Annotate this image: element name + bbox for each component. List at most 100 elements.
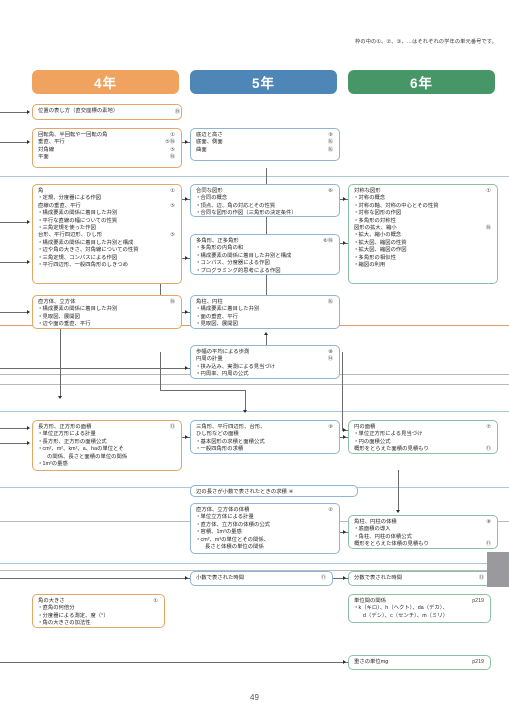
box-g5-circumference[interactable]: 歩幅の平均による歩測⑩ 円周の計量⑭ 挟み込み、実測による見当づけ 円周率、円周…	[190, 345, 340, 379]
arrow-icon	[264, 332, 268, 335]
box-g6-symmetry[interactable]: 対称な図形① 対称の概念 対称の軸、対称の中心とその性質 対称な図形の作図 多角…	[348, 184, 498, 284]
arrow-icon	[185, 435, 188, 439]
box-line: 曲面 ⑯	[196, 146, 333, 153]
box-line: 拡大、縮小の概念	[354, 232, 492, 240]
arrow-icon	[343, 576, 346, 580]
box-g4-rotation[interactable]: 回転角、半回転や一回転の角 ① 垂直、平行 ⑤⑱ 対角線 ⑤ 平面 ⑱	[32, 128, 182, 168]
box-line: 円周率、円周の公式	[196, 371, 334, 379]
connector	[0, 443, 28, 444]
arrow-icon	[185, 197, 188, 201]
box-g6-unit-relation[interactable]: 単位間の関係p219 k（キロ）、h（ヘクト）、da（デカ）、 d（デシ）、c（…	[348, 594, 491, 623]
box-line: 位置の表し方（直交座標の素地）	[38, 108, 119, 114]
unit-number: ⑪	[485, 541, 491, 548]
box-line: 三角定規、コンパスによる作図	[38, 255, 176, 263]
arrow-icon	[27, 426, 30, 430]
box-line: 平行な直線の幅についての性質	[38, 218, 176, 226]
unit-number: ①	[153, 598, 158, 604]
unit-number: ⑬	[169, 424, 175, 430]
connector	[160, 352, 161, 390]
box-line: 底面積の導入	[354, 526, 492, 534]
box-line: 単位立方体による計量	[196, 514, 334, 522]
box-line: 容積、1m³の量感	[196, 529, 334, 537]
box-g6-fraction-time[interactable]: 分数で表された時間 ⑬	[348, 571, 491, 586]
arrow-icon	[343, 435, 346, 439]
box-g5-area[interactable]: 三角形、平行四辺形、台形、⑨ ひし形などの面積 基本図形の求積と面積公式 一般四…	[190, 420, 340, 454]
box-line: 小数で表された時間 ⑪	[196, 575, 326, 581]
box-g5-congruent[interactable]: 合同な図形⑥ 合同の概念 頂点、辺、角の対応とその性質 合同な図形の作図（三角形…	[190, 184, 340, 218]
box-line: 平面 ⑱	[38, 154, 175, 161]
arrow-icon	[27, 220, 30, 224]
unit-number: ⑯	[327, 139, 333, 146]
arrow-icon	[27, 310, 30, 314]
box-line: 合同の概念	[196, 195, 334, 203]
unit-number: ⑯	[327, 146, 333, 153]
box-line: 辺や面の垂直、平行	[38, 321, 176, 329]
arrow-icon	[185, 310, 188, 314]
arrow-icon	[27, 110, 30, 114]
box-g5-base[interactable]: 底辺と高さ ⑨ 底面、側面 ⑯ 曲面 ⑯	[190, 128, 340, 161]
band-divider-8	[0, 563, 509, 564]
unit-number: ⑪	[485, 446, 491, 453]
unit-number: ⑱	[169, 154, 175, 161]
unit-number: ⑱	[169, 299, 175, 305]
connector	[0, 112, 28, 113]
box-g5-decimal-area[interactable]: 辺の長さが小数で表されたときの求積 ④	[190, 485, 358, 497]
arrow-icon	[343, 197, 346, 201]
unit-number: ⑥	[328, 188, 333, 194]
box-g4-angle-size[interactable]: 角の大きさ① 直角の何倍分 分度器による測定、度（°） 角の大きさの加法性	[32, 594, 165, 628]
box-g4-area[interactable]: 長方形、正方形の面積⑬ 単位正方形による計量 長方形、正方形の面積公式 cm²、…	[32, 420, 182, 471]
arrow-icon	[27, 441, 30, 445]
box-line: 拡大図、縮図の作図	[354, 247, 492, 255]
page-ref: p219	[472, 659, 484, 665]
box-g5-volume[interactable]: 直方体、立方体の体積② 単位立方体による計量 直方体、立方体の体積の公式 容積、…	[190, 503, 340, 554]
box-line: 辺の長さが小数で表されたときの求積 ④	[196, 489, 294, 495]
band-divider-4	[0, 384, 509, 385]
arrow-icon	[343, 660, 346, 664]
box-g4-solid[interactable]: 直方体、立方体⑱ 構成要素の関係に着目した弁別 見取図、展開図 辺や面の垂直、平…	[32, 295, 182, 329]
unit-number: ⑭	[327, 356, 333, 363]
unit-number: ②	[328, 507, 333, 513]
box-line: d（デシ）、c（センチ）、m（ミリ）	[363, 612, 449, 619]
box-g4-angle-shapes[interactable]: 角① 定規、分度器による作図 直線の垂直、平行⑤ 構成要素の関係に着目した弁別 …	[32, 184, 182, 284]
box-line: cm²、m²、km²、a、haの単位とそ	[38, 446, 176, 454]
box-line: 単位正方形による計量	[38, 431, 176, 439]
unit-number: ⑤	[170, 202, 175, 209]
box-g6-mass-unit[interactable]: 重さの単位mg p219	[348, 655, 491, 670]
box-line: 一般四角形の求積	[196, 446, 334, 454]
legend-note: 枠の中の①、②、③、…はそれぞれの学年の単元番号です。	[355, 39, 497, 45]
connector	[398, 470, 399, 512]
box-g5-decimal-time[interactable]: 小数で表された時間 ⑪	[190, 571, 333, 586]
box-line: 台形、平行四辺形、ひし形 ⑤	[38, 232, 175, 239]
box-line: 対角線 ⑤	[38, 146, 175, 153]
page-ref: p219	[472, 598, 484, 604]
box-line: 縮図の利用	[354, 262, 492, 270]
box-line: 直角の何倍分	[38, 605, 159, 613]
box-line: 多角形の対称性	[354, 218, 492, 226]
box-line: 辺や角の大きさ、対角線についての性質	[38, 247, 176, 255]
page-number: 49	[250, 693, 259, 702]
box-g5-prism[interactable]: 角柱、円柱⑯ 構成要素に着目した弁別 面の垂直、平行 見取図、展開図	[190, 295, 340, 329]
unit-number: ⑲	[174, 109, 180, 115]
box-g4-position[interactable]: 位置の表し方（直交座標の素地） ⑲	[32, 104, 182, 120]
box-line: 対称の概念	[354, 195, 492, 203]
box-line: 構成要素の関係に着目した弁別	[38, 306, 176, 314]
arrow-icon	[185, 140, 188, 144]
box-g6-circle-area[interactable]: 円の面積⑦ 単位正方形による見当づけ 円の面積公式 概形をとらえた面積の見積もり…	[348, 420, 498, 454]
unit-number: ⑧	[486, 519, 491, 525]
connector	[0, 662, 348, 663]
unit-number: ⑨	[328, 424, 333, 430]
box-line: k（キロ）、h（ヘクト）、da（デカ）、	[354, 605, 485, 613]
box-g6-volume[interactable]: 角柱、円柱の体積⑧ 底面積の導入 角柱、円柱の体積公式 概形をとらえた体積の見積…	[348, 515, 498, 549]
box-line: 分数で表された時間 ⑬	[354, 575, 484, 581]
arrow-icon	[27, 260, 30, 264]
grade-header-6: 6年	[348, 70, 495, 94]
box-line: 底面、側面 ⑯	[196, 139, 333, 146]
connector	[0, 142, 28, 143]
box-line: 垂直、平行 ⑤⑱	[38, 139, 175, 146]
arrow-icon	[185, 256, 188, 260]
box-g5-polygon[interactable]: 多角形、正多角形⑥⑱ 多角形の内角の和 構成要素の関係に着目した弁別と構成 コン…	[190, 234, 340, 275]
connector	[342, 352, 343, 430]
box-line: ひし形などの面積	[196, 431, 239, 438]
box-line: 角の大きさの加法性	[38, 620, 159, 628]
grade-header-4: 4年	[32, 70, 179, 94]
